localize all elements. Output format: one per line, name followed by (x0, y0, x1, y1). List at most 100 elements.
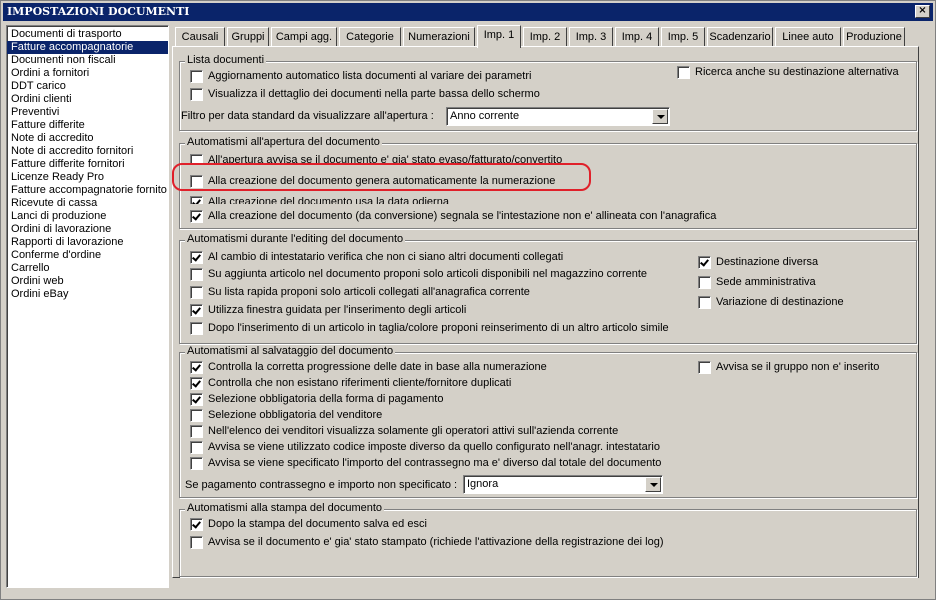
checkbox[interactable] (190, 304, 203, 317)
tab-gruppi[interactable]: Gruppi (227, 27, 269, 47)
checkbox-row[interactable]: Controlla che non esistano riferimenti c… (190, 377, 511, 391)
doclist-item[interactable]: Note di accredito fornitori (7, 145, 168, 158)
checkbox-row[interactable]: Alla creazione del documento genera auto… (190, 175, 555, 189)
doclist-item[interactable]: Ordini a fornitori (7, 67, 168, 80)
doclist-item[interactable]: Ordini eBay (7, 288, 168, 301)
checkbox[interactable] (190, 196, 203, 204)
checkbox[interactable] (190, 322, 203, 335)
tab-panel-imp1: Lista documenti Aggiornamento automatico… (172, 46, 919, 578)
tab-categorie[interactable]: Categorie (339, 27, 401, 47)
checkbox-row[interactable]: Controlla la corretta progressione delle… (190, 361, 547, 375)
checkbox-row[interactable]: Su aggiunta articolo nel documento propo… (190, 268, 647, 282)
checkbox-row[interactable]: Variazione di destinazione (698, 296, 844, 310)
checkbox-label: Alla creazione del documento genera auto… (208, 175, 556, 187)
checkbox-row[interactable]: Avvisa se il gruppo non e' inserito (698, 361, 879, 375)
checkbox-row[interactable]: Ricerca anche su destinazione alternativ… (677, 66, 899, 80)
checkbox-row[interactable]: Selezione obbligatoria del venditore (190, 409, 382, 423)
checkbox-row[interactable]: Utilizza finestra guidata per l'inserime… (190, 304, 466, 318)
checkbox-row[interactable]: Alla creazione del documento (da convers… (190, 210, 716, 224)
doclist-item[interactable]: Licenze Ready Pro (7, 171, 168, 184)
checkbox-row[interactable]: Avvisa se viene specificato l'importo de… (190, 457, 661, 471)
doclist-item[interactable]: Lanci di produzione (7, 210, 168, 223)
tab-numerazioni[interactable]: Numerazioni (403, 27, 475, 47)
title-bar: IMPOSTAZIONI DOCUMENTI × (3, 3, 933, 21)
checkbox-row[interactable]: Alla creazione del documento usa la data… (190, 196, 449, 204)
checkbox[interactable] (190, 457, 203, 470)
tab-linee-auto[interactable]: Linee auto (775, 27, 841, 47)
checkbox-row[interactable]: Dopo l'inserimento di un articolo in tag… (190, 322, 669, 336)
checkbox[interactable] (698, 296, 711, 309)
checkbox[interactable] (190, 210, 203, 223)
tab-produzione[interactable]: Produzione (843, 27, 905, 47)
doclist-item[interactable]: Ordini di lavorazione (7, 223, 168, 236)
doclist-item[interactable]: Ordini web (7, 275, 168, 288)
doclist-item[interactable]: Fatture accompagnatorie (7, 41, 168, 54)
tab-scadenzario[interactable]: Scadenzario (707, 27, 773, 47)
doclist-item[interactable]: Fatture differite (7, 119, 168, 132)
close-button[interactable]: × (915, 5, 930, 18)
group-title: Automatismi durante l'editing del docume… (185, 233, 406, 245)
tab-imp-3[interactable]: Imp. 3 (569, 27, 613, 47)
doclist-item[interactable]: Documenti non fiscali (7, 54, 168, 67)
checkbox[interactable] (190, 88, 203, 101)
checkbox[interactable] (190, 154, 203, 164)
tab-imp-2[interactable]: Imp. 2 (523, 27, 567, 47)
dropdown-arrow-icon[interactable] (645, 477, 661, 492)
checkbox-row[interactable]: All'apertura avvisa se il documento e' g… (190, 154, 562, 164)
checkbox[interactable] (190, 361, 203, 374)
doclist-item[interactable]: Ricevute di cassa (7, 197, 168, 210)
checkbox-label: Su aggiunta articolo nel documento propo… (208, 268, 648, 280)
doclist-item[interactable]: Fatture differite fornitori (7, 158, 168, 171)
checkbox[interactable] (190, 70, 203, 83)
doclist-item[interactable]: Note di accredito (7, 132, 168, 145)
checkbox-row[interactable]: Nell'elenco dei venditori visualizza sol… (190, 425, 618, 439)
tab-causali[interactable]: Causali (175, 27, 225, 47)
checkbox[interactable] (190, 536, 203, 549)
checkbox-row[interactable]: Dopo la stampa del documento salva ed es… (190, 518, 427, 532)
tab-campi-agg[interactable]: Campi agg. (271, 27, 337, 47)
checkbox-row[interactable]: Selezione obbligatoria della forma di pa… (190, 393, 443, 407)
checkbox-row[interactable]: Avvisa se il documento e' gia' stato sta… (190, 536, 664, 550)
checkbox-row[interactable]: Sede amministrativa (698, 276, 816, 290)
doclist-item[interactable]: Fatture accompagnatorie fornito (7, 184, 168, 197)
checkbox[interactable] (190, 286, 203, 299)
checkbox-label: Visualizza il dettaglio dei documenti ne… (208, 88, 540, 100)
checkbox-row[interactable]: Avvisa se viene utilizzato codice impost… (190, 441, 660, 455)
date-filter-select[interactable]: Anno corrente (446, 107, 670, 126)
tab-imp-5[interactable]: Imp. 5 (661, 27, 705, 47)
checkbox[interactable] (698, 276, 711, 289)
checkbox[interactable] (190, 441, 203, 454)
dropdown-arrow-icon[interactable] (652, 109, 668, 124)
tab-imp-1[interactable]: Imp. 1 (477, 25, 521, 48)
checkbox[interactable] (677, 66, 690, 79)
checkbox[interactable] (190, 518, 203, 531)
doclist-item[interactable]: Rapporti di lavorazione (7, 236, 168, 249)
settings-window: IMPOSTAZIONI DOCUMENTI × Documenti di tr… (0, 0, 936, 600)
checkbox[interactable] (698, 256, 711, 269)
checkbox[interactable] (190, 251, 203, 264)
checkbox-row[interactable]: Su lista rapida proponi solo articoli co… (190, 286, 530, 300)
checkbox[interactable] (190, 393, 203, 406)
group-title: Automatismi all'apertura del documento (185, 136, 382, 148)
checkbox-row[interactable]: Aggiornamento automatico lista documenti… (190, 70, 531, 84)
checkbox-label: Controlla che non esistano riferimenti c… (208, 377, 512, 389)
checkbox[interactable] (190, 425, 203, 438)
checkbox-row[interactable]: Destinazione diversa (698, 256, 818, 270)
checkbox[interactable] (190, 377, 203, 390)
document-type-list[interactable]: Documenti di trasporto Fatture accompagna… (6, 25, 169, 588)
checkbox[interactable] (698, 361, 711, 374)
contrassegno-select[interactable]: Ignora (463, 475, 663, 494)
checkbox[interactable] (190, 175, 203, 188)
doclist-item[interactable]: Conferme d'ordine (7, 249, 168, 262)
doclist-item[interactable]: Ordini clienti (7, 93, 168, 106)
doclist-item[interactable]: Documenti di trasporto (7, 28, 168, 41)
checkbox-row[interactable]: Al cambio di intestatario verifica che n… (190, 251, 563, 265)
doclist-item[interactable]: Carrello (7, 262, 168, 275)
checkbox[interactable] (190, 268, 203, 281)
checkbox-label: Controlla la corretta progressione delle… (208, 361, 547, 373)
tab-imp-4[interactable]: Imp. 4 (615, 27, 659, 47)
checkbox[interactable] (190, 409, 203, 422)
doclist-item[interactable]: DDT carico (7, 80, 168, 93)
checkbox-row[interactable]: Visualizza il dettaglio dei documenti ne… (190, 88, 540, 102)
doclist-item[interactable]: Preventivi (7, 106, 168, 119)
